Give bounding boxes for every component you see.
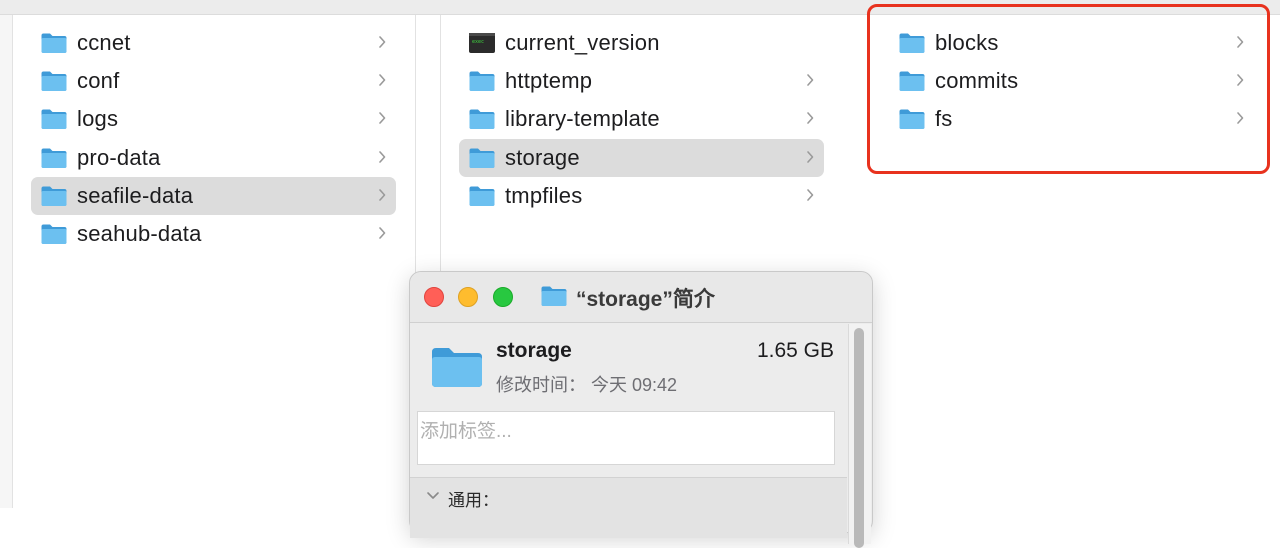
item-label: seahub-data — [77, 221, 202, 246]
get-info-window: “storage”简介 storage 1.65 GB 修改时间： 今天 09:… — [409, 271, 873, 548]
list-item-ccnet[interactable]: ccnet — [31, 24, 396, 62]
folder-icon — [468, 108, 496, 130]
item-size: 1.65 GB — [756, 339, 834, 362]
info-titlebar[interactable]: “storage”简介 — [410, 272, 872, 323]
folder-icon — [40, 223, 68, 245]
item-label: library-template — [505, 106, 660, 131]
scrollbar-thumb[interactable] — [854, 328, 864, 548]
minimize-button[interactable] — [458, 287, 478, 307]
folder-icon — [468, 70, 496, 92]
list-item-pro-data[interactable]: pro-data — [31, 139, 396, 177]
column-root: ccnet conf logs pro-data seafile-data se… — [13, 15, 416, 508]
chevron-right-icon — [377, 72, 387, 88]
item-label: httptemp — [505, 68, 593, 93]
item-label: seafile-data — [77, 183, 194, 208]
list-item-seahub-data[interactable]: seahub-data — [31, 215, 396, 253]
chevron-right-icon — [805, 110, 815, 126]
modified-date: 修改时间： 今天 09:42 — [496, 375, 678, 395]
item-label: tmpfiles — [505, 183, 583, 208]
scrollbar[interactable] — [848, 324, 871, 548]
folder-icon — [40, 185, 68, 207]
item-label: pro-data — [77, 145, 161, 170]
list-item-current-version[interactable]: current_version — [459, 24, 824, 62]
annotation-highlight-box — [867, 4, 1270, 174]
close-button[interactable] — [424, 287, 444, 307]
sidebar-edge — [0, 15, 13, 508]
folder-icon — [40, 70, 68, 92]
folder-icon — [540, 285, 568, 307]
list-item-seafile-data[interactable]: seafile-data — [31, 177, 396, 215]
item-label: logs — [77, 106, 119, 131]
tags-input[interactable]: 添加标签... — [417, 411, 835, 465]
folder-icon — [40, 108, 68, 130]
folder-icon — [468, 185, 496, 207]
list-item-httptemp[interactable]: httptemp — [459, 62, 824, 100]
chevron-right-icon — [377, 34, 387, 50]
chevron-right-icon — [377, 110, 387, 126]
item-label: ccnet — [77, 30, 131, 55]
chevron-right-icon — [805, 187, 815, 203]
list-item-tmpfiles[interactable]: tmpfiles — [459, 177, 824, 215]
item-label: conf — [77, 68, 120, 93]
list-item-logs[interactable]: logs — [31, 100, 396, 138]
list-item-conf[interactable]: conf — [31, 62, 396, 100]
tags-placeholder: 添加标签... — [420, 421, 512, 442]
list-item-storage[interactable]: storage — [459, 139, 824, 177]
folder-icon — [468, 147, 496, 169]
zoom-button[interactable] — [493, 287, 513, 307]
chevron-right-icon — [377, 149, 387, 165]
window-title: “storage”简介 — [576, 288, 715, 311]
folder-large-icon — [429, 344, 485, 390]
chevron-down-icon — [427, 492, 439, 499]
chevron-right-icon — [805, 149, 815, 165]
folder-icon — [40, 147, 68, 169]
chevron-right-icon — [805, 72, 815, 88]
item-name: storage — [496, 339, 572, 362]
folder-icon — [40, 32, 68, 54]
item-label: storage — [505, 145, 580, 170]
item-label: current_version — [505, 30, 660, 55]
list-item-library-template[interactable]: library-template — [459, 100, 824, 138]
exec-file-icon — [468, 32, 496, 54]
chevron-right-icon — [377, 187, 387, 203]
section-label: 通用： — [448, 491, 499, 510]
chevron-right-icon — [377, 225, 387, 241]
